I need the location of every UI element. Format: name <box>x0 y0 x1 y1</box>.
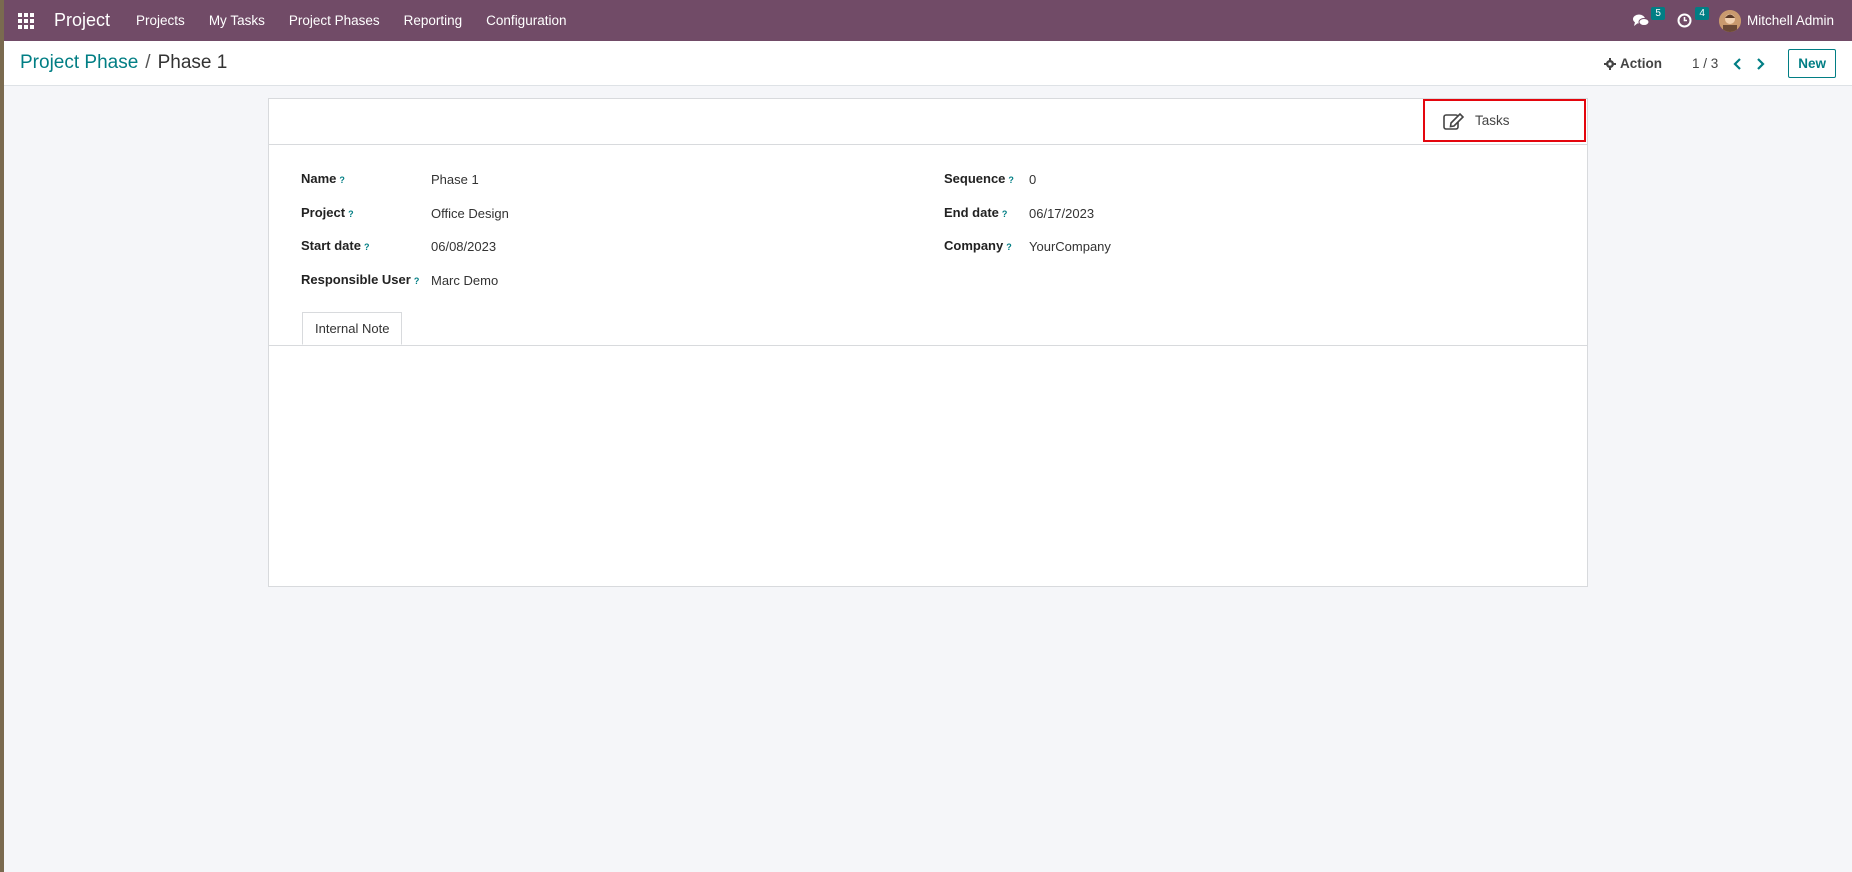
new-button[interactable]: New <box>1788 49 1836 78</box>
responsible-user-value[interactable]: Marc Demo <box>431 273 498 288</box>
responsible-user-field: Responsible User? <box>301 272 419 287</box>
action-menu-button[interactable]: Action <box>1603 56 1662 71</box>
clock-icon <box>1677 13 1692 28</box>
company-label: Company <box>944 238 1004 253</box>
start-date-field: Start date? <box>301 238 369 253</box>
breadcrumb: Project Phase / Phase 1 <box>20 52 227 74</box>
help-icon[interactable]: ? <box>364 242 370 252</box>
name-label: Name <box>301 171 337 186</box>
sequence-field: Sequence? <box>944 171 1014 186</box>
start-date-value[interactable]: 06/08/2023 <box>431 239 496 254</box>
project-value[interactable]: Office Design <box>431 206 509 221</box>
menu-my-tasks[interactable]: My Tasks <box>197 13 277 28</box>
user-menu[interactable]: Mitchell Admin <box>1747 13 1834 28</box>
end-date-field: End date? <box>944 205 1007 220</box>
menu-configuration[interactable]: Configuration <box>474 13 578 28</box>
control-panel: Project Phase / Phase 1 Action 1 / 3 New <box>4 41 1852 86</box>
breadcrumb-current: Phase 1 <box>157 52 228 73</box>
end-date-label: End date <box>944 205 999 220</box>
project-label: Project <box>301 205 346 220</box>
breadcrumb-parent-link[interactable]: Project Phase <box>20 52 138 74</box>
sequence-value[interactable]: 0 <box>1029 172 1036 187</box>
help-icon[interactable]: ? <box>1006 242 1012 252</box>
pager-previous-button[interactable] <box>1728 54 1748 74</box>
window-edge <box>0 0 4 872</box>
menu-reporting[interactable]: Reporting <box>392 13 475 28</box>
chevron-right-icon <box>1757 57 1765 70</box>
responsible-user-label: Responsible User <box>301 272 411 287</box>
sequence-label: Sequence <box>944 171 1006 186</box>
name-value[interactable]: Phase 1 <box>431 172 479 187</box>
help-icon[interactable]: ? <box>1002 209 1008 219</box>
chat-icon <box>1632 14 1649 26</box>
menu-project-phases[interactable]: Project Phases <box>277 13 392 28</box>
start-date-label: Start date <box>301 238 361 253</box>
help-icon[interactable]: ? <box>1008 175 1014 185</box>
menu-projects[interactable]: Projects <box>124 13 197 28</box>
pager-next-button[interactable] <box>1750 54 1770 74</box>
tab-internal-note[interactable]: Internal Note <box>302 312 403 345</box>
gear-icon <box>1603 57 1616 70</box>
form-sheet: Tasks Name? Phase 1 Project? Office Desi… <box>268 98 1588 587</box>
help-icon[interactable]: ? <box>339 175 345 185</box>
chevron-left-icon <box>1733 57 1742 70</box>
user-avatar[interactable] <box>1718 9 1741 32</box>
company-field: Company? <box>944 238 1012 253</box>
messages-button[interactable]: 5 <box>1631 6 1665 31</box>
action-label: Action <box>1619 56 1662 71</box>
activities-button[interactable]: 4 <box>1675 6 1709 31</box>
app-name[interactable]: Project <box>54 10 110 31</box>
tasks-label: Tasks <box>1475 113 1510 128</box>
edit-icon <box>1443 112 1465 130</box>
end-date-value[interactable]: 06/17/2023 <box>1029 206 1094 221</box>
top-navbar: Project Projects My Tasks Project Phases… <box>4 0 1852 41</box>
help-icon[interactable]: ? <box>348 209 354 219</box>
smart-button-box: Tasks <box>269 99 1587 145</box>
project-field: Project? <box>301 205 354 220</box>
pager-value[interactable]: 1 / 3 <box>1692 56 1718 71</box>
name-field: Name? <box>301 171 345 186</box>
apps-grid-icon[interactable] <box>18 12 34 29</box>
messages-badge: 5 <box>1651 6 1665 20</box>
tasks-smart-button[interactable]: Tasks <box>1423 99 1586 142</box>
company-value[interactable]: YourCompany <box>1029 239 1111 254</box>
activities-badge: 4 <box>1695 6 1709 20</box>
help-icon[interactable]: ? <box>414 276 420 286</box>
notebook-divider <box>269 345 1587 346</box>
breadcrumb-separator: / <box>145 52 151 73</box>
